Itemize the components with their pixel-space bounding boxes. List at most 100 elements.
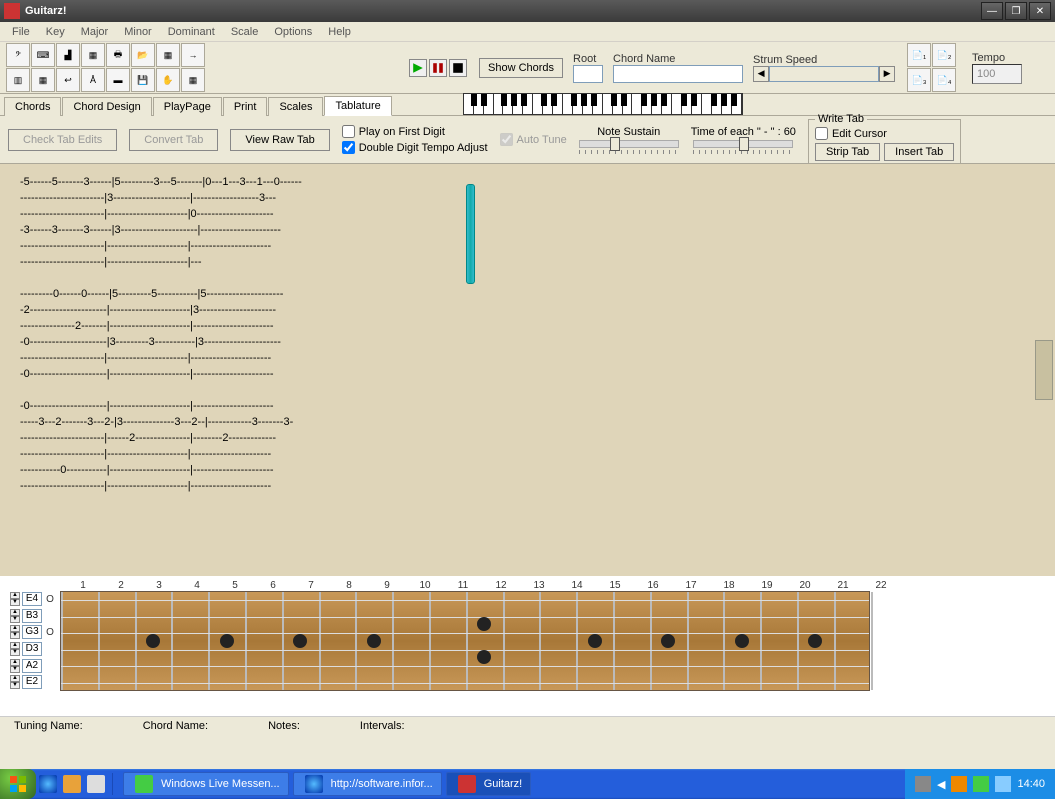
tool-btn-fret[interactable]: ▦ — [81, 43, 105, 67]
time-track[interactable] — [693, 140, 793, 148]
double-digit-check[interactable]: Double Digit Tempo Adjust — [342, 141, 488, 154]
tab-print[interactable]: Print — [223, 97, 268, 116]
auto-tune-check[interactable]: Auto Tune — [500, 133, 567, 146]
maximize-button[interactable]: ❐ — [1005, 2, 1027, 20]
chordname-input[interactable] — [613, 65, 743, 83]
play-first-digit-check[interactable]: Play on First Digit — [342, 125, 488, 138]
fretboard[interactable] — [60, 591, 870, 691]
quicklaunch-ie-icon[interactable] — [39, 775, 57, 793]
edit-cursor-check[interactable]: Edit Cursor — [815, 127, 954, 140]
strum-track[interactable] — [769, 66, 879, 82]
tool-btn-hand-icon[interactable]: ✋ — [156, 68, 180, 92]
tray-icon-2[interactable] — [951, 776, 967, 792]
tool-btn-stairs-icon[interactable]: ▟ — [56, 43, 80, 67]
tray-expand-icon[interactable]: ◀ — [937, 778, 945, 791]
tempo-input[interactable] — [972, 64, 1022, 84]
doc-btn-2[interactable]: 📄₂ — [932, 43, 956, 67]
tool-btn-open-icon[interactable]: 📂 — [131, 43, 155, 67]
fret-number: 4 — [178, 580, 216, 591]
show-chords-button[interactable]: Show Chords — [479, 58, 563, 78]
stop-button[interactable] — [449, 59, 467, 77]
tool-btn-arrow-icon[interactable]: → — [181, 43, 205, 67]
tab-chords[interactable]: Chords — [4, 97, 61, 116]
root-input[interactable] — [573, 65, 603, 83]
quicklaunch-icon-2[interactable] — [63, 775, 81, 793]
scrollbar-thumb[interactable] — [1035, 340, 1053, 400]
tool-btn-print-icon[interactable]: 🖶 — [106, 43, 130, 67]
tray-icon-msn[interactable] — [973, 776, 989, 792]
doc-btn-1[interactable]: 📄₁ — [907, 43, 931, 67]
menu-options[interactable]: Options — [266, 24, 320, 40]
intervals-label: Intervals: — [360, 720, 405, 732]
tool-btn-fret2[interactable]: ▦ — [31, 68, 55, 92]
strum-label: Strum Speed — [753, 54, 895, 66]
tuning-spinner[interactable]: ▲▼ — [10, 642, 20, 656]
strum-left-icon[interactable]: ◀ — [753, 66, 769, 82]
fret-number: 11 — [444, 580, 482, 591]
string-row: ▲▼E2 — [10, 674, 60, 691]
tool-btn-back-icon[interactable]: ↩ — [56, 68, 80, 92]
fret-number: 9 — [368, 580, 406, 591]
tool-btn-grid2[interactable]: ▥ — [6, 68, 30, 92]
sustain-track[interactable] — [579, 140, 679, 148]
tuning-box[interactable]: A2 — [22, 659, 42, 673]
convert-tab-button[interactable]: Convert Tab — [129, 129, 218, 151]
tab-scales[interactable]: Scales — [268, 97, 323, 116]
minimize-button[interactable]: — — [981, 2, 1003, 20]
tool-btn-grid-icon[interactable]: ▦ — [156, 43, 180, 67]
menu-minor[interactable]: Minor — [116, 24, 160, 40]
menu-major[interactable]: Major — [73, 24, 117, 40]
check-tab-edits-button[interactable]: Check Tab Edits — [8, 129, 117, 151]
doc-btn-4[interactable]: 📄₄ — [932, 68, 956, 92]
play-button[interactable] — [409, 59, 427, 77]
tempo-label: Tempo — [972, 52, 1022, 64]
time-each-slider: Time of each " - " : 60 — [691, 126, 796, 154]
tuning-box[interactable]: D3 — [22, 642, 42, 656]
start-button[interactable] — [0, 769, 36, 799]
tuning-spinner[interactable]: ▲▼ — [10, 609, 20, 623]
close-button[interactable]: ✕ — [1029, 2, 1051, 20]
tuning-box[interactable]: E4 — [22, 592, 42, 606]
view-raw-tab-button[interactable]: View Raw Tab — [230, 129, 329, 151]
tool-btn-clef[interactable]: 𝄢 — [6, 43, 30, 67]
pause-button[interactable] — [429, 59, 447, 77]
menu-scale[interactable]: Scale — [223, 24, 267, 40]
quicklaunch-icon-3[interactable] — [87, 775, 105, 793]
menu-file[interactable]: File — [4, 24, 38, 40]
checkbox-column-1: Play on First Digit Double Digit Tempo A… — [342, 125, 488, 154]
menu-dominant[interactable]: Dominant — [160, 24, 223, 40]
tab-chord-design[interactable]: Chord Design — [62, 97, 151, 116]
menu-help[interactable]: Help — [320, 24, 359, 40]
piano-keyboard[interactable] — [463, 93, 743, 115]
task-browser[interactable]: http://software.infor... — [293, 772, 442, 796]
tuning-box[interactable]: G3 — [22, 625, 42, 639]
menu-key[interactable]: Key — [38, 24, 73, 40]
strum-right-icon[interactable]: ▶ — [879, 66, 895, 82]
task-msn[interactable]: Windows Live Messen... — [123, 772, 289, 796]
tool-btn-neck[interactable]: ▬ — [106, 68, 130, 92]
tuning-box[interactable]: B3 — [22, 609, 42, 623]
tuning-spinner[interactable]: ▲▼ — [10, 625, 20, 639]
clock[interactable]: 14:40 — [1017, 778, 1045, 790]
insert-tab-button[interactable]: Insert Tab — [884, 143, 954, 161]
tool-btn-grid3[interactable]: ▦ — [181, 68, 205, 92]
tab-tablature[interactable]: Tablature — [324, 96, 391, 116]
fret-number: 16 — [634, 580, 672, 591]
playhead[interactable] — [466, 184, 475, 284]
tuning-spinner[interactable]: ▲▼ — [10, 659, 20, 673]
tuning-box[interactable]: E2 — [22, 675, 42, 689]
tab-playpage[interactable]: PlayPage — [153, 97, 222, 116]
strip-tab-button[interactable]: Strip Tab — [815, 143, 880, 161]
tool-btn-keyboard[interactable]: ⌨ — [31, 43, 55, 67]
tablature-area[interactable]: -5------5-------3------|5---------3---5-… — [0, 164, 1055, 576]
tool-btn-metronome-icon[interactable]: Å — [81, 68, 105, 92]
tray-icon-volume[interactable] — [995, 776, 1011, 792]
tool-btn-save-icon[interactable]: 💾 — [131, 68, 155, 92]
note-sustain-slider: Note Sustain — [579, 126, 679, 154]
fret-number: 5 — [216, 580, 254, 591]
doc-btn-3[interactable]: 📄₃ — [907, 68, 931, 92]
task-guitarz[interactable]: Guitarz! — [446, 772, 532, 796]
tray-icon-1[interactable] — [915, 776, 931, 792]
tuning-spinner[interactable]: ▲▼ — [10, 592, 20, 606]
tuning-spinner[interactable]: ▲▼ — [10, 675, 20, 689]
